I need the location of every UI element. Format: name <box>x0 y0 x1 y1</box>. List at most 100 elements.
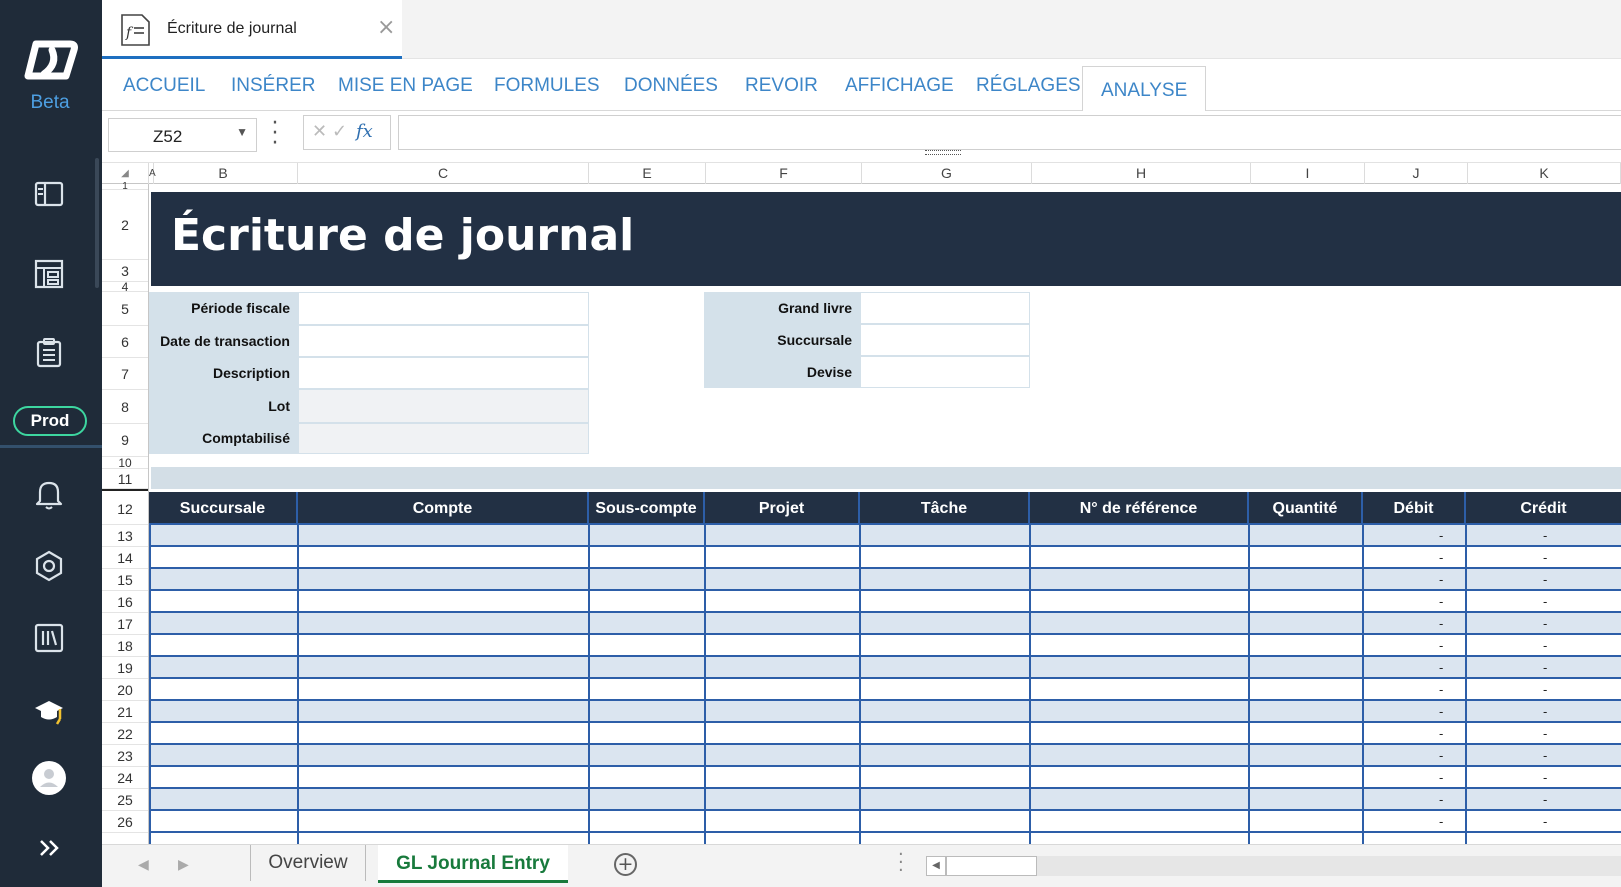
library-icon[interactable] <box>31 620 67 656</box>
sheet-tab-gl-journal-entry[interactable]: GL Journal Entry <box>378 845 568 883</box>
credit-cell[interactable]: - <box>1543 748 1547 763</box>
debit-cell[interactable]: - <box>1439 704 1443 719</box>
row-header[interactable]: 6 <box>102 326 148 358</box>
header-sous-compte[interactable]: Sous-compte <box>589 492 705 525</box>
column-header-j[interactable]: J <box>1365 163 1468 184</box>
close-icon[interactable]: × <box>377 15 395 40</box>
table-row[interactable] <box>149 745 1621 767</box>
row-header[interactable]: 26 <box>102 811 148 833</box>
table-row[interactable] <box>149 811 1621 833</box>
sheet-grid[interactable]: Écriture de journal Période fiscale Date… <box>149 184 1621 844</box>
credit-cell[interactable]: - <box>1543 616 1547 631</box>
header-debit[interactable]: Débit <box>1363 492 1466 525</box>
row-header[interactable]: 10 <box>102 457 148 469</box>
formula-input[interactable] <box>398 115 1621 150</box>
row-header[interactable]: 19 <box>102 657 148 679</box>
resize-handle[interactable] <box>925 150 961 155</box>
header-succursale[interactable]: Succursale <box>149 492 298 525</box>
user-avatar-icon[interactable] <box>31 760 67 796</box>
row-header[interactable]: 12 <box>102 489 148 525</box>
function-icon[interactable]: fx <box>356 121 373 142</box>
table-row[interactable] <box>149 525 1621 547</box>
row-header[interactable]: 2 <box>102 190 148 260</box>
table-row[interactable] <box>149 701 1621 723</box>
logo[interactable] <box>18 36 80 84</box>
header-compte[interactable]: Compte <box>298 492 589 525</box>
column-header-h[interactable]: H <box>1032 163 1251 184</box>
add-sheet-icon[interactable]: + <box>614 853 637 876</box>
tab-revoir[interactable]: REVOIR <box>745 75 818 111</box>
table-row[interactable] <box>149 789 1621 811</box>
row-header[interactable]: 3 <box>102 260 148 282</box>
credit-cell[interactable]: - <box>1543 594 1547 609</box>
tab-donnees[interactable]: DONNÉES <box>624 75 718 111</box>
hexagon-settings-icon[interactable] <box>31 548 67 584</box>
debit-cell[interactable]: - <box>1439 726 1443 741</box>
table-row[interactable] <box>149 613 1621 635</box>
debit-cell[interactable]: - <box>1439 770 1443 785</box>
tab-affichage[interactable]: AFFICHAGE <box>845 75 954 111</box>
row-header[interactable]: 22 <box>102 723 148 745</box>
header-reference[interactable]: N° de référence <box>1030 492 1249 525</box>
header-quantite[interactable]: Quantité <box>1249 492 1363 525</box>
graduation-cap-icon[interactable] <box>31 692 67 728</box>
column-header-b[interactable]: B <box>149 163 298 184</box>
row-header[interactable]: 25 <box>102 789 148 811</box>
table-row[interactable] <box>149 767 1621 789</box>
input-devise[interactable] <box>860 356 1030 388</box>
row-header[interactable]: 24 <box>102 767 148 789</box>
table-row[interactable] <box>149 723 1621 745</box>
credit-cell[interactable]: - <box>1543 572 1547 587</box>
input-description[interactable] <box>298 357 589 389</box>
row-header[interactable]: 13 <box>102 525 148 547</box>
debit-cell[interactable]: - <box>1439 814 1443 829</box>
chevron-down-icon[interactable]: ▼ <box>236 125 248 139</box>
debit-cell[interactable]: - <box>1439 528 1443 543</box>
column-header-c[interactable]: C <box>298 163 589 184</box>
environment-badge[interactable]: Prod <box>13 406 87 436</box>
input-succursale[interactable] <box>860 324 1030 356</box>
row-header[interactable]: 7 <box>102 358 148 390</box>
debit-cell[interactable]: - <box>1439 550 1443 565</box>
debit-cell[interactable]: - <box>1439 638 1443 653</box>
tab-analyse[interactable]: ANALYSE <box>1082 66 1207 112</box>
debit-cell[interactable]: - <box>1439 682 1443 697</box>
table-row[interactable] <box>149 591 1621 613</box>
debit-cell[interactable]: - <box>1439 660 1443 675</box>
row-header[interactable]: 16 <box>102 591 148 613</box>
row-header[interactable]: 23 <box>102 745 148 767</box>
credit-cell[interactable]: - <box>1543 770 1547 785</box>
row-header[interactable]: 11 <box>102 469 148 489</box>
tab-reglages[interactable]: RÉGLAGES <box>976 75 1081 111</box>
expand-chevrons-icon[interactable] <box>31 830 67 866</box>
credit-cell[interactable]: - <box>1543 726 1547 741</box>
debit-cell[interactable]: - <box>1439 594 1443 609</box>
credit-cell[interactable]: - <box>1543 638 1547 653</box>
table-row[interactable] <box>149 547 1621 569</box>
bell-icon[interactable] <box>31 476 67 512</box>
more-options-icon[interactable]: · · · <box>270 113 280 155</box>
credit-cell[interactable]: - <box>1543 550 1547 565</box>
credit-cell[interactable]: - <box>1543 704 1547 719</box>
table-row[interactable] <box>149 635 1621 657</box>
dashboard-icon[interactable] <box>31 256 67 292</box>
table-row[interactable] <box>149 569 1621 591</box>
row-header[interactable]: 9 <box>102 424 148 457</box>
credit-cell[interactable]: - <box>1543 792 1547 807</box>
row-header[interactable]: 17 <box>102 613 148 635</box>
column-header-k[interactable]: K <box>1468 163 1621 184</box>
scroll-thumb[interactable] <box>946 856 1037 876</box>
table-row[interactable] <box>149 657 1621 679</box>
row-header[interactable]: 21 <box>102 701 148 723</box>
horizontal-scrollbar[interactable]: ◀ <box>926 856 1621 876</box>
credit-cell[interactable]: - <box>1543 682 1547 697</box>
debit-cell[interactable]: - <box>1439 748 1443 763</box>
row-header[interactable]: 20 <box>102 679 148 701</box>
tab-accueil[interactable]: ACCUEIL <box>123 75 205 111</box>
row-header[interactable]: 15 <box>102 569 148 591</box>
header-tache[interactable]: Tâche <box>860 492 1030 525</box>
input-lot[interactable] <box>298 389 589 423</box>
tab-mise-en-page[interactable]: MISE EN PAGE <box>338 75 473 111</box>
row-header[interactable]: 18 <box>102 635 148 657</box>
header-credit[interactable]: Crédit <box>1466 492 1621 525</box>
